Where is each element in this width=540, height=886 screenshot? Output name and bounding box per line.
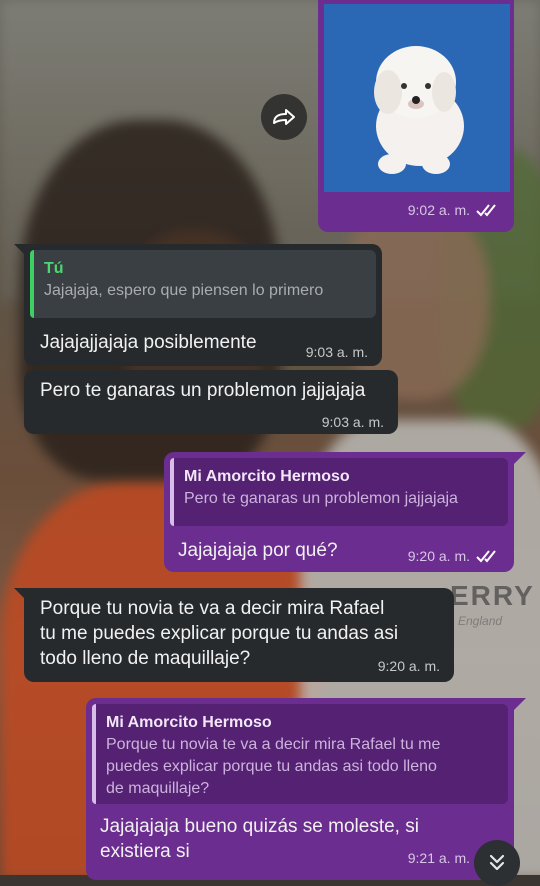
message-meta: 9:20 a. m. (408, 548, 500, 564)
incoming-message[interactable]: Porque tu novia te va a decir mira Rafae… (24, 588, 454, 682)
message-text: Jajajajjajaja posiblemente (40, 332, 257, 353)
double-check-icon (476, 204, 496, 217)
quoted-message[interactable]: Mi Amorcito Hermoso Pero te ganaras un p… (170, 458, 508, 526)
quote-author: Mi Amorcito Hermoso (184, 468, 350, 485)
message-line: todo lleno de maquillaje? (40, 648, 251, 669)
wallpaper-shirt-text: ERRY (450, 580, 535, 611)
sticker-image[interactable] (324, 4, 510, 192)
quote-line: Porque tu novia te va a decir mira Rafae… (106, 736, 441, 753)
message-text: Jajajajaja bueno quizás se moleste, si e… (100, 814, 419, 864)
outgoing-message-reply[interactable]: Mi Amorcito Hermoso Porque tu novia te v… (86, 698, 514, 880)
message-time: 9:20 a. m. (377, 658, 440, 674)
message-line: tu me puedes explicar porque tu andas as… (40, 623, 399, 644)
quote-author: Mi Amorcito Hermoso (106, 714, 272, 731)
message-meta: 9:03 a. m. (322, 414, 384, 430)
incoming-message[interactable]: Pero te ganaras un problemon jajjajaja 9… (24, 370, 398, 434)
message-time: 9:03 a. m. (321, 414, 384, 430)
message-time: 9:02 a. m. (407, 202, 470, 218)
quote-line: puedes explicar porque tu andas asi todo… (106, 758, 437, 775)
message-text: Porque tu novia te va a decir mira Rafae… (40, 596, 398, 671)
message-time: 9:20 a. m. (407, 548, 470, 564)
quote-text: Pero te ganaras un problemon jajjajaja (184, 490, 458, 507)
wallpaper-shirt-subtext: England (458, 614, 503, 628)
message-text: Jajajajaja por qué? (178, 540, 338, 561)
scroll-to-bottom-button[interactable] (474, 840, 520, 886)
forward-button[interactable] (261, 94, 307, 140)
forward-icon (273, 109, 295, 125)
message-time: 9:21 a. m. (407, 850, 470, 866)
incoming-message-reply[interactable]: Tú Jajajaja, espero que piensen lo prime… (24, 244, 382, 366)
quoted-message[interactable]: Mi Amorcito Hermoso Porque tu novia te v… (92, 704, 508, 804)
message-meta: 9:20 a. m. (378, 658, 440, 674)
bubble-tail (514, 698, 526, 710)
quoted-message[interactable]: Tú Jajajaja, espero que piensen lo prime… (30, 250, 376, 318)
message-line: Porque tu novia te va a decir mira Rafae… (40, 598, 385, 619)
outgoing-message-reply[interactable]: Mi Amorcito Hermoso Pero te ganaras un p… (164, 452, 514, 572)
message-line: Jajajajaja bueno quizás se moleste, si (100, 816, 419, 837)
bubble-tail (514, 452, 526, 464)
quote-line: de maquillaje? (106, 780, 210, 797)
quote-text: Porque tu novia te va a decir mira Rafae… (106, 734, 498, 800)
quote-author: Tú (44, 260, 64, 277)
message-meta: 9:03 a. m. (306, 344, 368, 360)
double-chevron-down-icon (489, 854, 505, 871)
message-meta: 9:21 a. m. (408, 850, 470, 866)
message-line: existiera si (100, 841, 190, 862)
double-check-icon (476, 550, 496, 563)
message-time: 9:03 a. m. (305, 344, 368, 360)
message-text: Pero te ganaras un problemon jajjajaja (40, 380, 366, 401)
image-message[interactable]: 9:02 a. m. (318, 0, 514, 232)
quote-text: Jajajaja, espero que piensen lo primero (44, 282, 324, 299)
message-meta: 9:02 a. m. (408, 202, 500, 218)
puppy-image (374, 46, 464, 174)
